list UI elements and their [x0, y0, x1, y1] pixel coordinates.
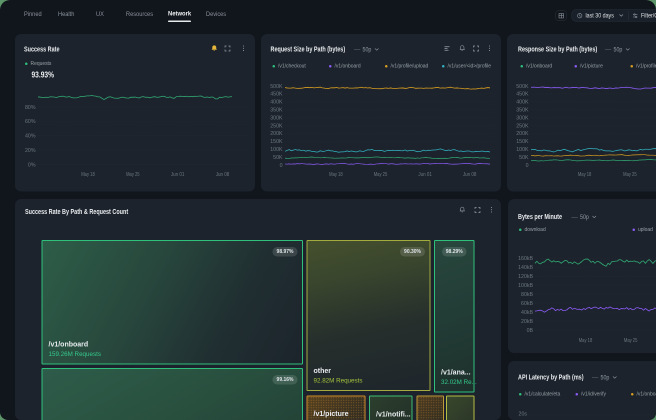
svg-text:80kB: 80kB [521, 292, 533, 298]
svg-text:60%: 60% [25, 119, 36, 125]
svg-text:Jun 01: Jun 01 [418, 172, 432, 178]
svg-text:May 25: May 25 [624, 338, 638, 344]
svg-text:0B: 0B [527, 328, 534, 334]
svg-text:Jun 08: Jun 08 [216, 172, 230, 178]
svg-text:80%: 80% [25, 105, 36, 111]
svg-text:May 25: May 25 [374, 172, 388, 178]
svg-text:150K: 150K [270, 139, 283, 145]
svg-text:400K: 400K [270, 100, 283, 106]
svg-text:300K: 300K [270, 115, 283, 121]
svg-text:250K: 250K [270, 123, 283, 129]
svg-text:40kB: 40kB [521, 310, 533, 316]
svg-text:20kB: 20kB [521, 319, 533, 325]
svg-text:0%: 0% [28, 162, 36, 168]
svg-text:40%: 40% [25, 134, 36, 140]
svg-text:0: 0 [526, 163, 529, 169]
svg-text:May 25: May 25 [623, 172, 637, 178]
svg-text:450K: 450K [516, 92, 529, 98]
svg-text:May 25: May 25 [126, 172, 140, 178]
svg-text:200K: 200K [270, 131, 283, 137]
svg-text:100K: 100K [516, 147, 529, 153]
svg-text:350K: 350K [270, 107, 283, 113]
svg-text:250K: 250K [516, 123, 529, 129]
svg-text:20%: 20% [25, 148, 36, 154]
svg-text:0: 0 [280, 163, 283, 169]
svg-text:Jun 01: Jun 01 [171, 172, 185, 178]
svg-text:200K: 200K [516, 131, 529, 137]
svg-text:300K: 300K [516, 115, 529, 121]
svg-text:500K: 500K [270, 84, 283, 90]
svg-text:Jun 08: Jun 08 [463, 172, 477, 178]
svg-text:May 18: May 18 [578, 172, 592, 178]
svg-text:May 18: May 18 [81, 172, 95, 178]
svg-text:60kB: 60kB [521, 301, 533, 307]
svg-text:100K: 100K [270, 147, 283, 153]
svg-text:May 18: May 18 [579, 338, 593, 344]
svg-text:150K: 150K [516, 139, 529, 145]
svg-text:50K: 50K [273, 155, 283, 161]
svg-text:140kB: 140kB [518, 265, 533, 271]
svg-text:50K: 50K [519, 155, 529, 161]
svg-text:160kB: 160kB [518, 256, 533, 262]
svg-text:100kB: 100kB [518, 283, 533, 289]
svg-text:500K: 500K [516, 84, 529, 90]
svg-text:20s: 20s [519, 412, 528, 418]
svg-text:May 18: May 18 [329, 172, 343, 178]
svg-text:400K: 400K [516, 100, 529, 106]
svg-text:120kB: 120kB [518, 274, 533, 280]
svg-text:450K: 450K [270, 92, 283, 98]
svg-text:350K: 350K [516, 107, 529, 113]
